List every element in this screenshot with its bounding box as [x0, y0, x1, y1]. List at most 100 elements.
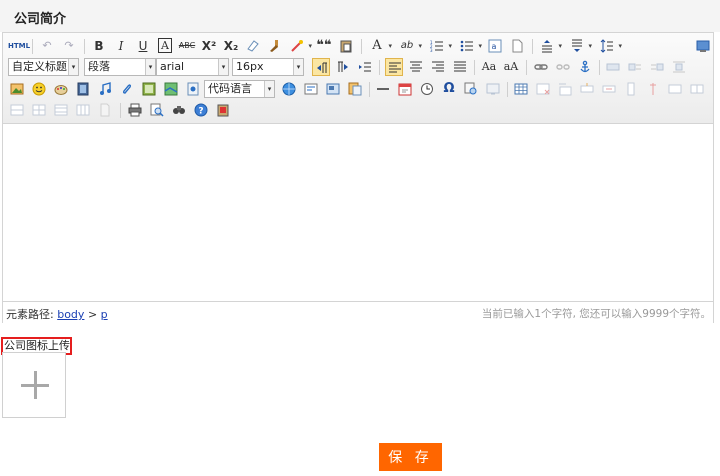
rich-text-editor: HTML ↶ ↷ B I U A ABC X² X₂ ❝❝ — [2, 32, 714, 323]
print-icon[interactable] — [126, 101, 144, 119]
undo-icon[interactable]: ↶ — [38, 37, 56, 55]
search-replace-icon[interactable] — [462, 80, 480, 98]
ordered-list-icon[interactable]: 123 — [428, 37, 452, 55]
insert-image-icon[interactable] — [8, 80, 26, 98]
strikethrough-button[interactable]: ABC — [178, 37, 196, 55]
italic-button[interactable]: I — [112, 37, 130, 55]
delete-col-icon[interactable] — [644, 80, 662, 98]
anchor-icon[interactable] — [576, 58, 594, 76]
indent-icon[interactable] — [356, 58, 374, 76]
subscript-button[interactable]: X₂ — [222, 37, 240, 55]
lowercase-icon[interactable]: aA — [502, 58, 520, 76]
link-icon[interactable] — [532, 58, 550, 76]
font-family-select[interactable]: arial ▾ — [156, 58, 229, 76]
background-icon[interactable] — [324, 80, 342, 98]
image-center-icon[interactable] — [670, 58, 688, 76]
eraser-icon[interactable] — [244, 37, 262, 55]
emotion-icon[interactable] — [30, 80, 48, 98]
blockquote-button[interactable]: ❝❝ — [315, 37, 333, 55]
image-right-icon[interactable] — [648, 58, 666, 76]
auto-typeset-icon[interactable] — [288, 37, 312, 55]
row-spacing-top-icon[interactable] — [538, 37, 562, 55]
clear-doc-icon[interactable] — [508, 37, 526, 55]
paragraph-select[interactable]: 段落 ▾ — [84, 58, 156, 76]
code-language-select[interactable]: 代码语言 ▾ — [204, 80, 275, 98]
insert-frame-icon[interactable] — [140, 80, 158, 98]
split-cells-icon[interactable] — [30, 101, 48, 119]
align-justify-icon[interactable] — [451, 58, 469, 76]
page-break-icon[interactable] — [184, 80, 202, 98]
element-path-p-link[interactable]: p — [101, 308, 108, 321]
insert-paragraph-before-table-icon[interactable] — [556, 80, 574, 98]
split-cols-icon[interactable] — [74, 101, 92, 119]
insert-row-icon[interactable] — [578, 80, 596, 98]
editor-content-area[interactable] — [3, 124, 713, 301]
image-none-icon[interactable] — [604, 58, 622, 76]
paste-plain-icon[interactable] — [337, 37, 355, 55]
copy-format-icon[interactable] — [96, 101, 114, 119]
rtl-direction-icon[interactable] — [334, 58, 352, 76]
delete-row-icon[interactable] — [600, 80, 618, 98]
fullscreen-icon[interactable] — [694, 37, 712, 55]
drafts-icon[interactable] — [214, 101, 232, 119]
help-icon[interactable]: ? — [192, 101, 210, 119]
align-right-icon[interactable] — [429, 58, 447, 76]
format-painter-icon[interactable] — [266, 37, 284, 55]
time-icon[interactable] — [418, 80, 436, 98]
word-count: 当前已输入1个字符, 您还可以输入9999个字符。 — [481, 308, 711, 320]
font-family-value: arial — [160, 60, 185, 73]
redo-icon[interactable]: ↷ — [60, 37, 78, 55]
custom-style-select[interactable]: 自定义标题 ▾ — [8, 58, 79, 76]
toolbar-separator — [369, 82, 370, 97]
preview-icon[interactable] — [148, 101, 166, 119]
save-button[interactable]: 保 存 — [379, 443, 442, 471]
uppercase-icon[interactable]: Aa — [480, 58, 498, 76]
template-icon[interactable] — [302, 80, 320, 98]
music-icon[interactable] — [96, 80, 114, 98]
select-all-icon[interactable]: a — [486, 37, 504, 55]
merge-right-icon[interactable] — [688, 80, 706, 98]
horizontal-rule-icon[interactable] — [374, 80, 392, 98]
element-path-body-link[interactable]: body — [57, 308, 84, 321]
insert-video-icon[interactable] — [74, 80, 92, 98]
paragraph-value: 段落 — [88, 60, 110, 73]
merge-down-icon[interactable] — [8, 101, 26, 119]
insert-web-icon[interactable] — [280, 80, 298, 98]
split-rows-icon[interactable] — [52, 101, 70, 119]
plus-icon-vertical — [34, 371, 37, 399]
insert-col-icon[interactable] — [622, 80, 640, 98]
date-icon[interactable] — [396, 80, 414, 98]
logo-upload-button[interactable] — [2, 352, 66, 418]
delete-table-icon[interactable] — [534, 80, 552, 98]
ltr-direction-icon[interactable] — [312, 58, 330, 76]
snapscreen-icon[interactable] — [484, 80, 502, 98]
align-center-icon[interactable] — [407, 58, 425, 76]
special-chars-button[interactable]: Ω — [440, 80, 458, 98]
attachment-icon[interactable] — [118, 80, 136, 98]
merge-cells-icon[interactable] — [666, 80, 684, 98]
element-path: 元素路径: body > p — [6, 306, 108, 322]
search-icon[interactable] — [170, 101, 188, 119]
google-map-icon[interactable] — [162, 80, 180, 98]
bold-button[interactable]: B — [90, 37, 108, 55]
background-color-button[interactable]: ab — [398, 37, 422, 55]
row-spacing-bottom-icon[interactable] — [568, 37, 592, 55]
toolbar-separator — [32, 39, 33, 54]
font-border-button[interactable]: A — [156, 37, 174, 55]
scrawl-icon[interactable] — [52, 80, 70, 98]
image-left-icon[interactable] — [626, 58, 644, 76]
unordered-list-icon[interactable] — [458, 37, 482, 55]
unlink-icon[interactable] — [554, 58, 572, 76]
underline-button[interactable]: U — [134, 37, 152, 55]
font-color-button[interactable]: A — [368, 37, 392, 55]
toolbar-separator — [84, 39, 85, 54]
font-size-select[interactable]: 16px ▾ — [232, 58, 304, 76]
source-html-button[interactable]: HTML — [8, 37, 30, 55]
insert-table-icon[interactable] — [512, 80, 530, 98]
align-left-icon[interactable] — [385, 58, 403, 76]
custom-style-value: 自定义标题 — [12, 60, 67, 73]
line-height-icon[interactable] — [598, 37, 622, 55]
word-image-icon[interactable] — [346, 80, 364, 98]
superscript-button[interactable]: X² — [200, 37, 218, 55]
toolbar-separator — [526, 60, 527, 75]
